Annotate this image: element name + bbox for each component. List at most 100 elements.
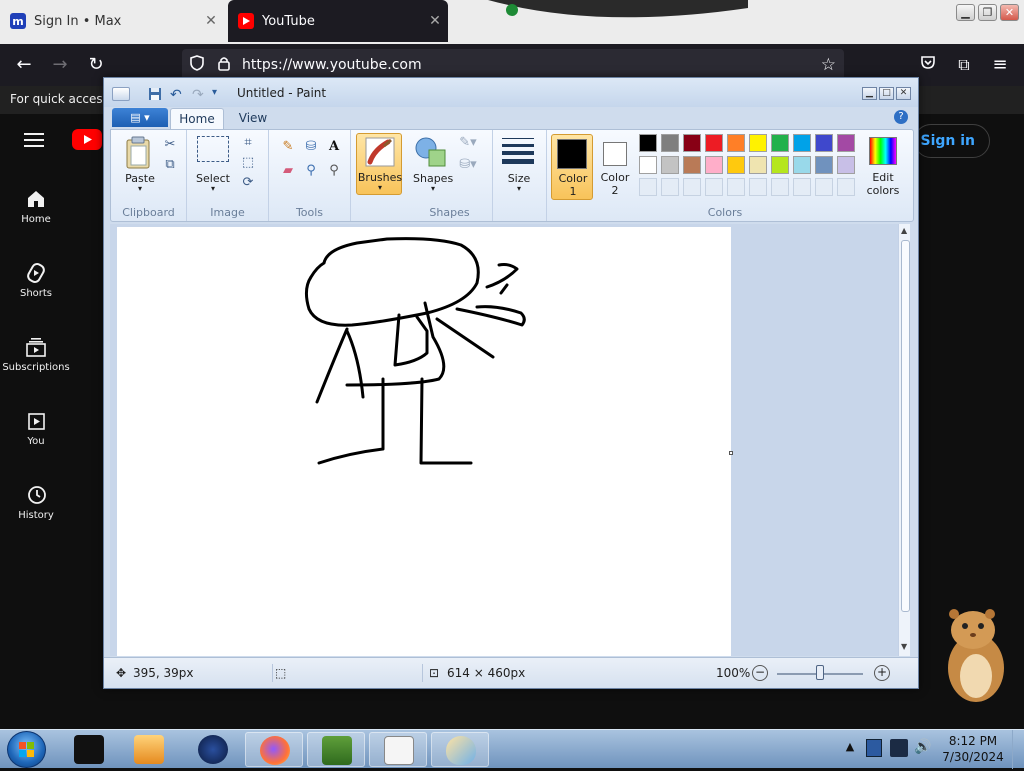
restore-window-button[interactable]: ❐: [978, 4, 997, 21]
lock-icon[interactable]: [218, 56, 236, 75]
palette-swatch[interactable]: [815, 134, 833, 152]
sign-in-button[interactable]: Sign in: [914, 124, 990, 158]
tab-sign-in-max[interactable]: m Sign In • Max ✕: [0, 0, 224, 42]
palette-swatch[interactable]: [815, 178, 833, 196]
outline-icon[interactable]: ✎▾: [459, 134, 477, 152]
palette-swatch[interactable]: [639, 134, 657, 152]
paint-maximize-button[interactable]: □: [879, 87, 894, 100]
zoom-out-icon[interactable]: −: [752, 665, 768, 681]
palette-swatch[interactable]: [683, 178, 701, 196]
pencil-icon[interactable]: ✎: [279, 138, 297, 156]
taskbar-clock[interactable]: 8:12 PM 7/30/2024: [940, 733, 1006, 765]
taskbar-item-media-player[interactable]: [120, 732, 178, 767]
close-tab-icon[interactable]: ✕: [198, 13, 224, 29]
palette-swatch[interactable]: [771, 178, 789, 196]
fill-shape-icon[interactable]: ⛁▾: [459, 156, 477, 174]
brushes-button[interactable]: Brushes ▾: [356, 133, 402, 195]
undo-icon[interactable]: ↶: [170, 87, 182, 103]
close-tab-icon[interactable]: ✕: [422, 13, 448, 29]
zoom-in-icon[interactable]: +: [874, 665, 890, 681]
color2-button[interactable]: Color 2: [595, 134, 635, 200]
tray-app-icon[interactable]: [866, 739, 882, 757]
palette-swatch[interactable]: [683, 134, 701, 152]
show-desktop-button[interactable]: [1012, 730, 1024, 769]
shield-icon[interactable]: [190, 55, 208, 75]
volume-icon[interactable]: 🔊: [914, 739, 932, 757]
nav-item-shorts[interactable]: Shorts: [0, 262, 72, 299]
color1-button[interactable]: Color 1: [551, 134, 593, 200]
palette-swatch[interactable]: [749, 134, 767, 152]
nav-item-home[interactable]: Home: [0, 188, 72, 225]
minimize-window-button[interactable]: ▁: [956, 4, 975, 21]
scroll-down-icon[interactable]: ▼: [901, 642, 907, 651]
taskbar-item-firefox[interactable]: [245, 732, 303, 767]
customize-quick-access-icon[interactable]: ▾: [212, 87, 217, 98]
paint-title-bar[interactable]: ↶ ↷ ▾ Untitled - Paint ▁ □ ✕: [104, 78, 918, 107]
palette-swatch[interactable]: [837, 156, 855, 174]
palette-swatch[interactable]: [727, 134, 745, 152]
fill-icon[interactable]: ⛁: [302, 138, 320, 156]
vertical-scrollbar[interactable]: ▲ ▼: [898, 224, 910, 656]
palette-swatch[interactable]: [639, 156, 657, 174]
copy-icon[interactable]: ⧉: [161, 156, 179, 174]
edit-colors-button[interactable]: Edit colors: [863, 134, 903, 200]
nav-item-you[interactable]: You: [0, 410, 72, 447]
hamburger-menu-icon[interactable]: [24, 131, 48, 149]
magnifier-icon[interactable]: ⚲: [325, 162, 343, 180]
size-button[interactable]: Size ▾: [502, 136, 536, 194]
palette-swatch[interactable]: [705, 134, 723, 152]
rotate-icon[interactable]: ⟳: [239, 174, 257, 192]
tab-youtube[interactable]: YouTube ✕: [228, 0, 448, 42]
palette-swatch[interactable]: [793, 156, 811, 174]
palette-swatch[interactable]: [815, 156, 833, 174]
palette-swatch[interactable]: [639, 178, 657, 196]
palette-swatch[interactable]: [705, 156, 723, 174]
taskbar-item-game[interactable]: [307, 732, 365, 767]
palette-swatch[interactable]: [727, 178, 745, 196]
text-icon[interactable]: A: [325, 138, 343, 156]
show-hidden-icons-icon[interactable]: ▲: [842, 740, 858, 756]
help-icon[interactable]: ?: [894, 110, 908, 124]
color-picker-icon[interactable]: ⚲: [302, 162, 320, 180]
drawing-canvas[interactable]: [117, 227, 731, 656]
palette-swatch[interactable]: [661, 178, 679, 196]
taskbar-item-solitaire[interactable]: [369, 732, 427, 767]
palette-swatch[interactable]: [749, 156, 767, 174]
forward-icon[interactable]: →: [47, 52, 73, 78]
palette-swatch[interactable]: [793, 134, 811, 152]
taskbar-item-globe[interactable]: [184, 732, 242, 767]
palette-swatch[interactable]: [705, 178, 723, 196]
taskbar-item-paint[interactable]: [431, 732, 489, 767]
reload-icon[interactable]: ↻: [83, 52, 109, 78]
youtube-logo-icon[interactable]: [72, 129, 102, 150]
paint-app-icon[interactable]: [112, 87, 130, 101]
menu-icon[interactable]: ≡: [987, 52, 1013, 78]
crop-icon[interactable]: ⌗: [239, 134, 257, 152]
nav-item-history[interactable]: History: [0, 484, 72, 521]
palette-swatch[interactable]: [793, 178, 811, 196]
paint-minimize-button[interactable]: ▁: [862, 87, 877, 100]
cut-icon[interactable]: ✂: [161, 136, 179, 154]
bookmark-star-icon[interactable]: ☆: [821, 55, 836, 75]
palette-swatch[interactable]: [771, 134, 789, 152]
tab-view[interactable]: View: [228, 108, 278, 129]
close-window-button[interactable]: ✕: [1000, 4, 1019, 21]
paint-close-button[interactable]: ✕: [896, 87, 911, 100]
redo-icon[interactable]: ↷: [192, 87, 204, 103]
network-icon[interactable]: [890, 739, 908, 757]
start-button[interactable]: [7, 731, 46, 768]
palette-swatch[interactable]: [683, 156, 701, 174]
scroll-up-icon[interactable]: ▲: [901, 226, 907, 235]
palette-swatch[interactable]: [837, 178, 855, 196]
zoom-slider-thumb[interactable]: [816, 665, 824, 680]
taskbar-item-terminal[interactable]: [60, 732, 118, 767]
save-icon[interactable]: [148, 87, 162, 104]
url-text[interactable]: https://www.youtube.com: [242, 57, 821, 73]
palette-swatch[interactable]: [661, 156, 679, 174]
paint-file-menu-button[interactable]: ▤ ▾: [112, 108, 168, 127]
paste-button[interactable]: Paste ▾: [123, 136, 157, 194]
extensions-icon[interactable]: ⧉: [951, 52, 977, 78]
nav-item-subscriptions[interactable]: Subscriptions: [0, 336, 72, 373]
palette-swatch[interactable]: [661, 134, 679, 152]
palette-swatch[interactable]: [749, 178, 767, 196]
